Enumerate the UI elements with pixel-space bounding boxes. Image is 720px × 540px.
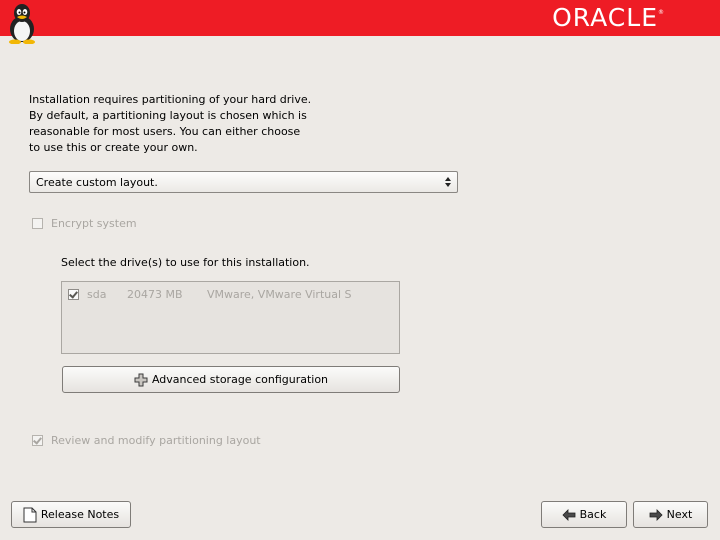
next-button[interactable]: Next — [633, 501, 708, 528]
back-button[interactable]: Back — [541, 501, 627, 528]
plus-icon — [134, 373, 148, 387]
tux-penguin-icon — [9, 4, 35, 44]
oracle-logo: ORACLE — [552, 3, 658, 32]
encrypt-label: Encrypt system — [51, 217, 137, 230]
arrow-right-icon — [649, 508, 663, 521]
header-banner: ORACLE ® — [0, 0, 720, 44]
next-label: Next — [666, 508, 693, 521]
advanced-storage-button[interactable]: Advanced storage configuration — [62, 366, 400, 393]
drive-checkbox[interactable] — [68, 289, 79, 300]
release-notes-label: Release Notes — [40, 508, 120, 521]
drive-name: sda — [87, 288, 107, 301]
advanced-storage-label: Advanced storage configuration — [151, 373, 329, 386]
back-label: Back — [579, 508, 607, 521]
review-layout-checkbox[interactable]: Review and modify partitioning layout — [32, 434, 261, 447]
registered-mark: ® — [658, 9, 664, 16]
up-down-arrows-icon — [445, 177, 451, 187]
partition-layout-select[interactable]: Create custom layout. — [29, 171, 458, 193]
drive-size: 20473 MB — [127, 288, 183, 301]
drive-list[interactable]: sda 20473 MB VMware, VMware Virtual S — [61, 281, 400, 354]
release-notes-button[interactable]: Release Notes — [11, 501, 131, 528]
partition-layout-value: Create custom layout. — [36, 176, 158, 189]
encrypt-system-checkbox[interactable]: Encrypt system — [32, 217, 137, 230]
drive-row[interactable]: sda 20473 MB VMware, VMware Virtual S — [68, 288, 352, 301]
installer-window: ORACLE ® Installation requires partition… — [0, 0, 720, 540]
review-label: Review and modify partitioning layout — [51, 434, 261, 447]
document-icon — [23, 507, 37, 523]
intro-text: Installation requires partitioning of yo… — [29, 93, 312, 154]
drive-model: VMware, VMware Virtual S — [207, 288, 352, 301]
drive-select-label: Select the drive(s) to use for this inst… — [61, 256, 310, 269]
encrypt-checkbox-box[interactable] — [32, 218, 43, 229]
review-checkbox-box[interactable] — [32, 435, 43, 446]
arrow-left-icon — [562, 508, 576, 521]
